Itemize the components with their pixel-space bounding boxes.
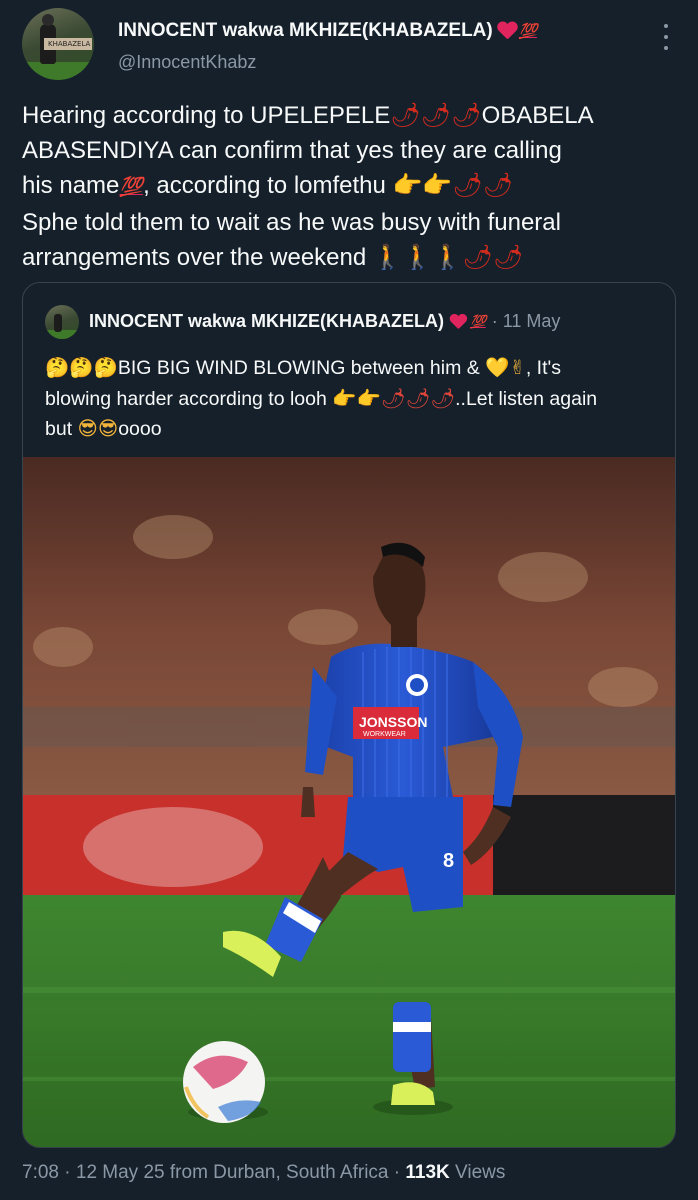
- author-name[interactable]: INNOCENT wakwa MKHIZE(KHABAZELA): [118, 20, 493, 42]
- tweet-text-line2: ABASENDIYA can confirm that yes they are…: [22, 136, 562, 164]
- avatar-grass: [22, 62, 94, 80]
- sponsor-text-1: JONSSON: [359, 714, 427, 730]
- quoted-photo[interactable]: 8 JONSSON WORKWEAR: [23, 457, 675, 1147]
- heart-emoji-icon: [497, 22, 517, 40]
- quoted-text-2: , It's: [525, 357, 561, 379]
- tweet-location: from Durban, South Africa: [169, 1162, 389, 1183]
- chili-emoji-icon: 🌶🌶: [462, 243, 524, 271]
- heart-peace-emoji-icon: 💛✌: [485, 356, 526, 379]
- walking-emoji-icon: 🚶🚶🚶: [372, 243, 463, 271]
- avatar[interactable]: KHABAZELA: [22, 8, 94, 80]
- point-chili-emoji-icon: 👉👉🌶🌶🌶: [332, 386, 456, 410]
- author-name-line[interactable]: INNOCENT wakwa MKHIZE(KHABAZELA) 💯: [118, 20, 537, 42]
- sunglasses-emoji-icon: 😎😎: [77, 417, 119, 440]
- quoted-text-3: blowing harder according to looh: [45, 387, 327, 410]
- tweet-text: Hearing according to UPELEPELE🌶🌶🌶OBABELA…: [22, 98, 672, 276]
- quoted-avatar[interactable]: [45, 305, 79, 339]
- shirt-number: 8: [443, 850, 454, 872]
- heart-emoji-icon: [450, 314, 467, 329]
- sponsor-text-2: WORKWEAR: [363, 731, 406, 738]
- tweet-text-line1b: OBABELA: [481, 102, 594, 129]
- tweet-header: KHABAZELA INNOCENT wakwa MKHIZE(KHABAZEL…: [22, 8, 676, 84]
- thinking-emoji-icon: 🤔🤔🤔: [45, 356, 118, 379]
- views-count[interactable]: 113K: [405, 1162, 449, 1183]
- tweet-text-line3a: his name: [22, 172, 120, 199]
- tweet: KHABAZELA INNOCENT wakwa MKHIZE(KHABAZEL…: [0, 0, 698, 1200]
- quoted-text: 🤔🤔🤔BIG BIG WIND BLOWING between him & 💛✌…: [45, 353, 655, 445]
- tweet-text-line4: Sphe told them to wait as he was busy wi…: [22, 208, 561, 236]
- views-label[interactable]: Views: [455, 1162, 505, 1183]
- quoted-text-5: but: [45, 418, 73, 440]
- tweet-text-line3b: , according to lomfethu: [143, 172, 386, 199]
- avatar-banner-text: KHABAZELA: [44, 38, 92, 50]
- quoted-text-6: oooo: [118, 418, 162, 440]
- hundred-emoji-icon: 💯: [119, 177, 144, 198]
- tweet-date[interactable]: 12 May 25: [76, 1162, 165, 1183]
- tweet-meta: 7:08 · 12 May 25 from Durban, South Afri…: [22, 1162, 506, 1183]
- tweet-text-line5: arrangements over the weekend: [22, 244, 367, 271]
- tweet-time[interactable]: 7:08: [22, 1162, 59, 1183]
- hundred-emoji-icon: 💯: [470, 313, 486, 329]
- chili-emoji-icon: 🌶🌶: [452, 171, 514, 199]
- quoted-author-name[interactable]: INNOCENT wakwa MKHIZE(KHABAZELA): [89, 311, 444, 332]
- hundred-emoji-icon: 💯: [518, 23, 538, 40]
- more-options-icon[interactable]: [656, 24, 676, 50]
- football-player-photo: 8 JONSSON WORKWEAR: [23, 457, 675, 1147]
- quoted-tweet[interactable]: INNOCENT wakwa MKHIZE(KHABAZELA) 💯 · 11 …: [22, 282, 676, 1148]
- chili-emoji-icon: 🌶🌶🌶: [390, 101, 482, 129]
- point-right-emoji-icon: 👉👉: [392, 171, 453, 199]
- quoted-text-4: ..Let listen again: [455, 387, 598, 410]
- tweet-text-line1: Hearing according to UPELEPELE: [22, 102, 391, 129]
- quoted-text-1: BIG BIG WIND BLOWING between him &: [117, 357, 480, 379]
- quoted-date[interactable]: · 11 May: [492, 311, 561, 332]
- author-handle[interactable]: @InnocentKhabz: [118, 52, 256, 73]
- quoted-header: INNOCENT wakwa MKHIZE(KHABAZELA) 💯 · 11 …: [89, 311, 560, 332]
